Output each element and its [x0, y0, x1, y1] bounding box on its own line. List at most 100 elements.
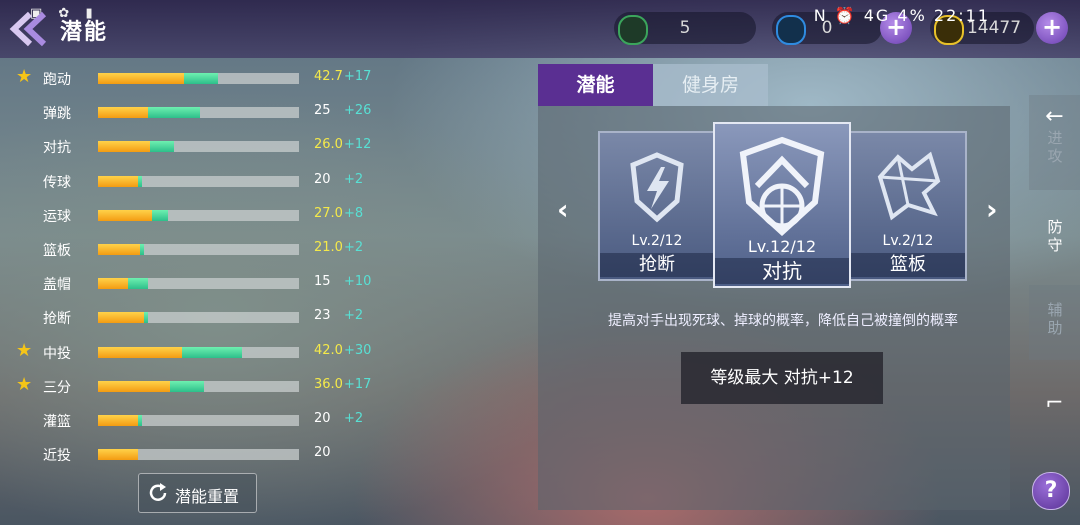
- side-tab-attack[interactable]: ← 进攻: [1029, 95, 1080, 190]
- stat-bar: [98, 278, 299, 289]
- stat-value: 42.0: [314, 343, 343, 358]
- stat-bonus: +30: [344, 343, 372, 358]
- stat-bar-base: [98, 244, 140, 255]
- tab-gym[interactable]: 健身房: [653, 64, 768, 106]
- stat-bar-bonus: [152, 210, 168, 221]
- reset-potential-button[interactable]: 潜能重置: [138, 473, 257, 513]
- stat-label: 跑动: [43, 72, 71, 88]
- stat-bonus: +2: [344, 411, 364, 426]
- stat-value: 25: [314, 103, 331, 118]
- back-arrow-icon: ←: [1045, 104, 1064, 129]
- max-level-button[interactable]: 等级最大 对抗+12: [681, 352, 883, 404]
- stat-label: 三分: [43, 380, 71, 396]
- skill-card-steal[interactable]: Lv.2/12 抢断: [598, 131, 716, 281]
- help-button[interactable]: ?: [1032, 472, 1070, 510]
- stat-row: ★ 三分 36.0 +17: [0, 374, 380, 397]
- stat-row: 抢断 23 +2: [0, 307, 380, 327]
- refresh-icon: [149, 483, 167, 501]
- stat-row: 运球 27.0 +8: [0, 205, 380, 225]
- stat-bar-bonus: [138, 176, 142, 187]
- prev-arrow-icon[interactable]: ‹: [557, 193, 569, 226]
- side-tab-defense[interactable]: 防守: [1029, 210, 1080, 280]
- stat-bar-base: [98, 210, 152, 221]
- stat-value: 20: [314, 411, 331, 426]
- stat-bar-bonus: [144, 312, 148, 323]
- stat-row: 近投 20: [0, 444, 380, 464]
- stat-row: 灌篮 20 +2: [0, 410, 380, 430]
- stat-bonus: +17: [344, 377, 372, 392]
- skill-card-confront[interactable]: Lv.12/12 对抗: [713, 122, 851, 288]
- stat-label: 灌篮: [43, 414, 71, 430]
- stat-bonus: +2: [344, 308, 364, 323]
- basketball-shield-icon: [739, 136, 825, 236]
- page-title: 潜能: [60, 20, 109, 45]
- stat-bar: [98, 415, 299, 426]
- back-button[interactable]: [6, 8, 50, 50]
- stat-row: 篮板 21.0 +2: [0, 239, 380, 259]
- stat-value: 36.0: [314, 377, 343, 392]
- top-bar: ▣ ✿ ▮ 潜能 5 0 + 14477 + N ⏰ 4G 4% 22:11: [0, 0, 1080, 58]
- stat-bar: [98, 210, 299, 221]
- stat-label: 弹跳: [43, 106, 71, 122]
- stat-bar: [98, 312, 299, 323]
- stat-bar-base: [98, 176, 138, 187]
- recent-apps-icon[interactable]: ⌐: [1029, 393, 1080, 425]
- next-arrow-icon[interactable]: ›: [986, 193, 998, 226]
- stat-bar-bonus: [182, 347, 242, 358]
- stat-row: 对抗 26.0 +12: [0, 136, 380, 156]
- stat-bonus: +10: [344, 274, 372, 289]
- skill-description: 提高对手出现死球、掉球的概率，降低自己被撞倒的概率: [608, 313, 958, 329]
- stat-bonus: +12: [344, 137, 372, 152]
- stat-value: 23: [314, 308, 331, 323]
- stat-bar-base: [98, 73, 184, 84]
- stat-value: 15: [314, 274, 331, 289]
- stat-bar-base: [98, 381, 170, 392]
- stat-bar-base: [98, 449, 138, 460]
- stat-bonus: +26: [344, 103, 372, 118]
- stat-label: 运球: [43, 209, 71, 225]
- stat-label: 中投: [43, 346, 71, 362]
- lightning-shield-icon: [630, 152, 684, 223]
- stat-label: 盖帽: [43, 277, 71, 293]
- stat-row: 弹跳 25 +26: [0, 102, 380, 122]
- shattered-ball-icon: [877, 151, 941, 221]
- tab-potential[interactable]: 潜能: [538, 64, 653, 106]
- stat-row: ★ 中投 42.0 +30: [0, 342, 380, 363]
- reset-button-label: 潜能重置: [175, 487, 240, 506]
- stat-label: 篮板: [43, 243, 71, 259]
- stat-row: 盖帽 15 +10: [0, 273, 380, 293]
- stat-bar: [98, 107, 299, 118]
- stat-bar-base: [98, 107, 148, 118]
- stat-bar: [98, 244, 299, 255]
- status-bar: N ⏰ 4G 4% 22:11: [813, 6, 990, 25]
- side-tab-assist[interactable]: 辅助: [1029, 285, 1080, 360]
- stat-bar: [98, 73, 299, 84]
- stat-label: 近投: [43, 448, 71, 464]
- stat-value: 21.0: [314, 240, 343, 255]
- stat-value: 42.7: [314, 69, 343, 84]
- stat-bar-bonus: [184, 73, 218, 84]
- stat-value: 20: [314, 445, 331, 460]
- stat-value: 26.0: [314, 137, 343, 152]
- stat-bar: [98, 141, 299, 152]
- stat-bar-bonus: [148, 107, 200, 118]
- stat-bar-base: [98, 415, 138, 426]
- stat-bar: [98, 449, 299, 460]
- stat-value: 20: [314, 172, 331, 187]
- stat-bar-base: [98, 141, 150, 152]
- stat-bar-bonus: [150, 141, 174, 152]
- stat-bar-bonus: [138, 415, 142, 426]
- stat-row: 传球 20 +2: [0, 171, 380, 191]
- star-icon: ★: [16, 374, 33, 395]
- stat-bar: [98, 176, 299, 187]
- stat-label: 传球: [43, 175, 71, 191]
- skill-card-rebound[interactable]: Lv.2/12 篮板: [849, 131, 967, 281]
- stat-bar-bonus: [128, 278, 148, 289]
- stat-value: 27.0: [314, 206, 343, 221]
- stat-bonus: +2: [344, 240, 364, 255]
- stat-bonus: +17: [344, 69, 372, 84]
- star-icon: ★: [16, 66, 33, 87]
- stat-label: 对抗: [43, 140, 71, 156]
- add-coin-button[interactable]: +: [1036, 12, 1068, 44]
- stat-bar-bonus: [170, 381, 204, 392]
